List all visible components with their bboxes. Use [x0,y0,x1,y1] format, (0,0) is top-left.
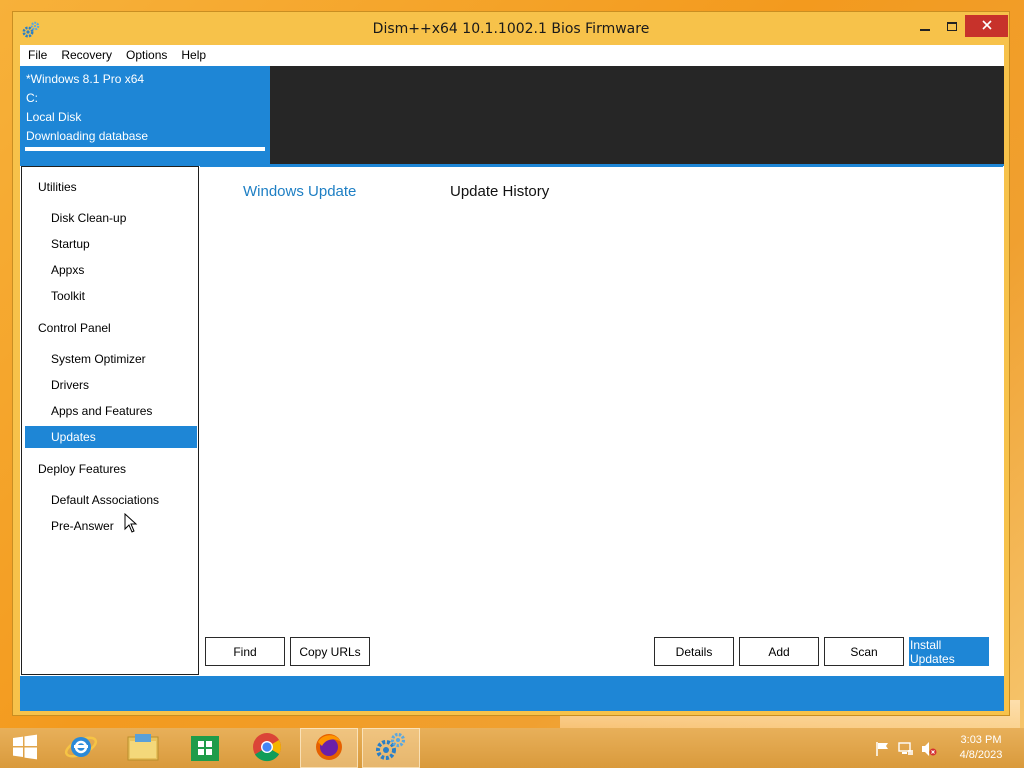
sidebar-nav: Utilities Disk Clean-up Startup Appxs To… [21,166,199,675]
sidebar-section-utilities[interactable]: Utilities [25,176,197,198]
menu-options[interactable]: Options [119,45,174,65]
maximize-button[interactable] [939,17,965,38]
sidebar-item-pre-answer[interactable]: Pre-Answer [25,515,197,537]
title-bar[interactable]: Dism++x64 10.1.1002.1 Bios Firmware [13,12,1009,46]
window-title: Dism++x64 10.1.1002.1 Bios Firmware [372,21,650,37]
tab-update-history[interactable]: Update History [450,183,549,200]
sidebar-section-deploy-features[interactable]: Deploy Features [25,458,197,480]
scan-button[interactable]: Scan [824,637,904,666]
update-list[interactable] [200,217,1003,627]
taskbar-firefox[interactable] [300,728,358,768]
clock-time: 3:03 PM [960,734,1002,746]
sidebar-section-control-panel[interactable]: Control Panel [25,317,197,339]
taskbar-store[interactable] [176,728,234,768]
os-name: *Windows 8.1 Pro x64 [26,72,145,86]
close-button[interactable] [965,15,1008,37]
file-explorer-icon [127,732,159,765]
windows-logo-icon [12,734,38,763]
firefox-icon [314,732,344,765]
sidebar-item-startup[interactable]: Startup [25,233,197,255]
client-area: File Recovery Options Help *Windows 8.1 … [20,45,1004,711]
minimize-icon [920,21,930,35]
progress-fill [25,147,265,151]
minimize-button[interactable] [911,17,939,38]
menu-help[interactable]: Help [174,45,213,65]
updates-pane: Windows Update Update History Find Copy … [200,166,1003,676]
app-window: Dism++x64 10.1.1002.1 Bios Firmware File… [12,11,1010,716]
taskbar-file-explorer[interactable] [114,728,172,768]
menu-bar: File Recovery Options Help [20,45,1004,65]
menu-recovery[interactable]: Recovery [54,45,119,65]
taskbar-chrome[interactable] [238,728,296,768]
store-icon [190,732,220,765]
install-updates-button[interactable]: Install Updates [909,637,989,666]
image-list-panel [270,66,1004,164]
dism-icon [374,731,408,766]
start-button[interactable] [0,728,50,768]
taskbar-dism[interactable] [362,728,420,768]
sidebar-item-default-associations[interactable]: Default Associations [25,489,197,511]
add-button[interactable]: Add [739,637,819,666]
find-button[interactable]: Find [205,637,285,666]
details-button[interactable]: Details [654,637,734,666]
close-icon [981,19,992,33]
network-icon[interactable] [898,741,914,755]
copy-urls-button[interactable]: Copy URLs [290,637,370,666]
sidebar-item-drivers[interactable]: Drivers [25,374,197,396]
mouse-cursor-icon [124,512,138,536]
sidebar-item-appxs[interactable]: Appxs [25,259,197,281]
image-info-panel[interactable]: *Windows 8.1 Pro x64 C: Local Disk Downl… [20,66,270,164]
sidebar-item-system-optimizer[interactable]: System Optimizer [25,348,197,370]
taskbar: 3:03 PM 4/8/2023 [0,728,1024,768]
taskbar-internet-explorer[interactable] [52,728,110,768]
action-center-flag-icon[interactable] [875,741,891,756]
download-progress-bar [25,147,265,151]
sidebar-item-disk-clean-up[interactable]: Disk Clean-up [25,207,197,229]
sidebar-item-toolkit[interactable]: Toolkit [25,285,197,307]
drive-letter: C: [26,91,38,105]
status-text: Downloading database [26,129,149,143]
menu-file[interactable]: File [20,45,54,65]
internet-explorer-icon [64,731,98,766]
volume-muted-icon[interactable] [921,741,937,756]
status-bar [20,676,1004,711]
maximize-icon [947,21,957,35]
sidebar-item-updates[interactable]: Updates [25,426,197,448]
sidebar-item-apps-and-features[interactable]: Apps and Features [25,400,197,422]
clock-date: 4/8/2023 [959,749,1003,761]
chrome-icon [252,732,282,765]
disk-label: Local Disk [26,110,82,124]
taskbar-clock[interactable]: 3:03 PM 4/8/2023 [946,733,1016,763]
tab-windows-update[interactable]: Windows Update [243,183,356,200]
